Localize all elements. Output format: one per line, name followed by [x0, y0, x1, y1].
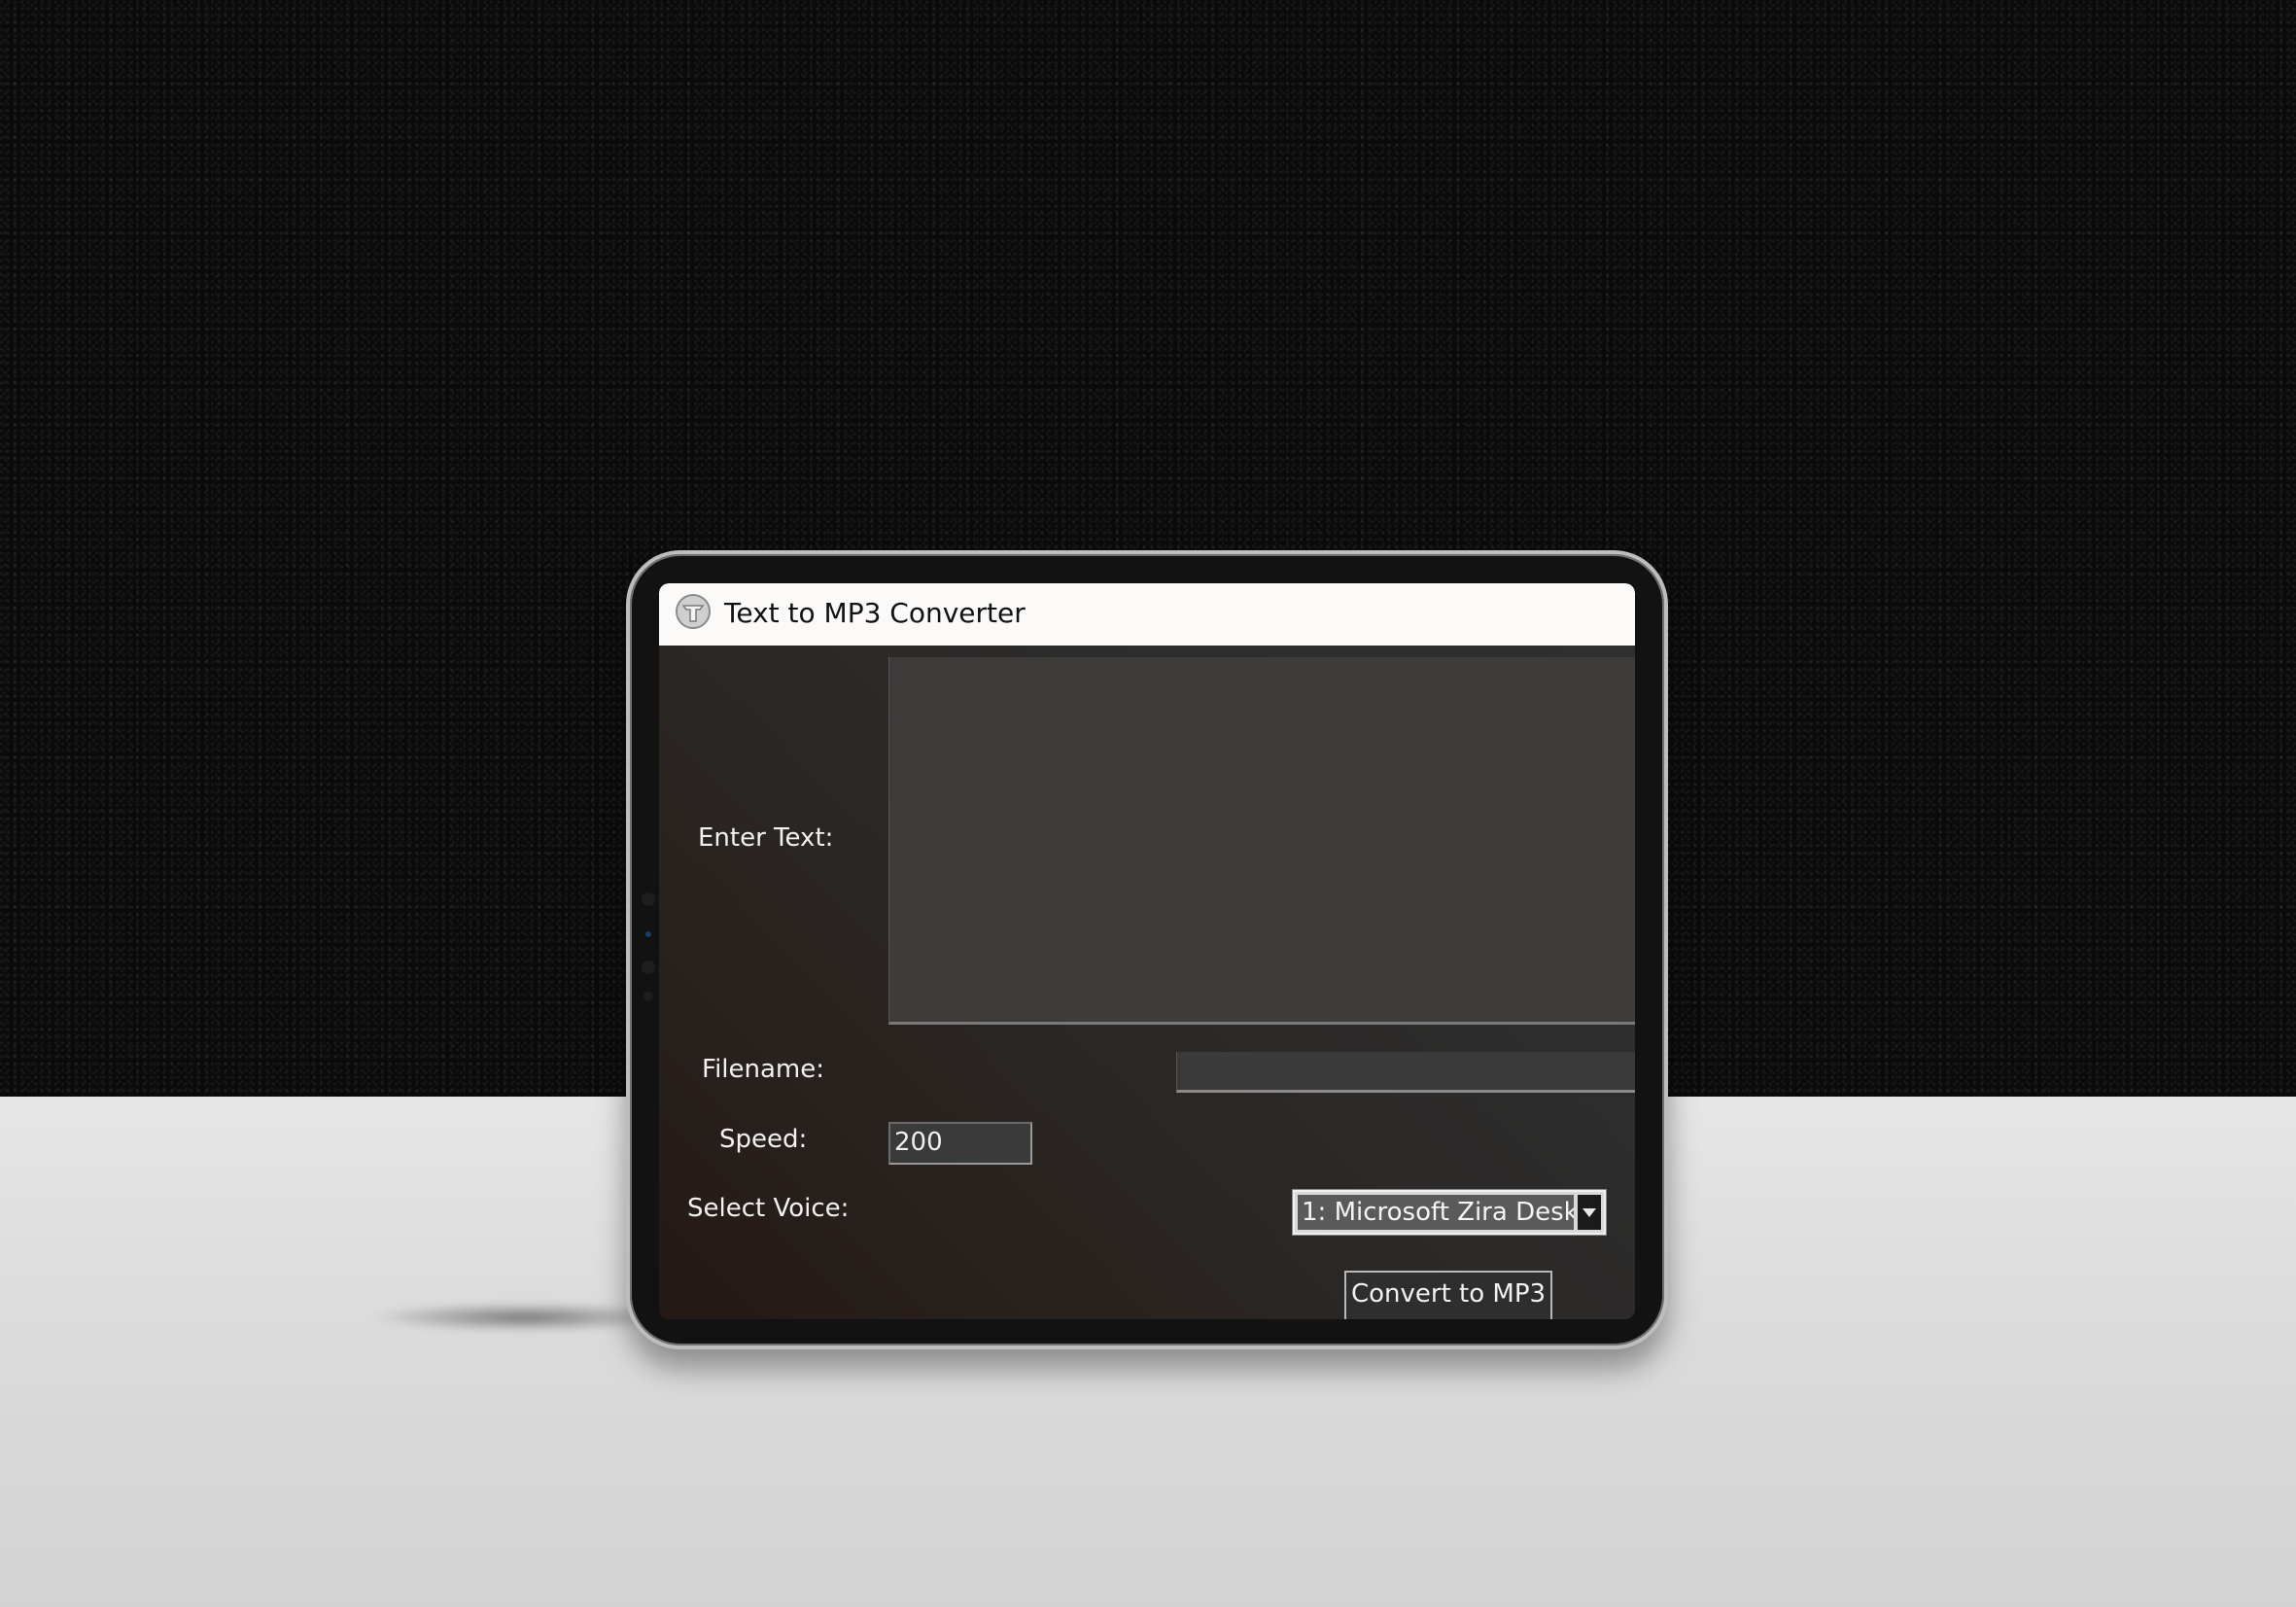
app-window: Text to MP3 Converter Enter Text: Filena…: [659, 583, 1635, 1319]
voice-select[interactable]: 1: Microsoft Zira Deskt: [1293, 1190, 1606, 1235]
filename-label: Filename:: [702, 1055, 825, 1084]
convert-button[interactable]: Convert to MP3: [1344, 1271, 1552, 1319]
app-logo-icon: [676, 594, 711, 629]
form-area: Enter Text: Filename: Speed: 200 Select …: [659, 646, 1635, 1319]
voice-select-value: 1: Microsoft Zira Deskt: [1298, 1195, 1574, 1230]
speed-label: Speed:: [719, 1125, 808, 1154]
bezel-sensor-dot: [645, 931, 651, 937]
bezel-camera-dot: [642, 892, 655, 906]
select-voice-label: Select Voice:: [687, 1194, 850, 1223]
speed-input[interactable]: 200: [888, 1122, 1032, 1165]
enter-text-label: Enter Text:: [698, 823, 834, 853]
title-bar: Text to MP3 Converter: [659, 583, 1635, 646]
bezel-dot-small: [644, 992, 653, 1001]
filename-input[interactable]: [1176, 1052, 1635, 1093]
window-title: Text to MP3 Converter: [724, 597, 1026, 629]
chevron-down-icon[interactable]: [1578, 1195, 1601, 1230]
bezel-dot: [642, 961, 655, 974]
text-input-area[interactable]: [888, 657, 1635, 1025]
